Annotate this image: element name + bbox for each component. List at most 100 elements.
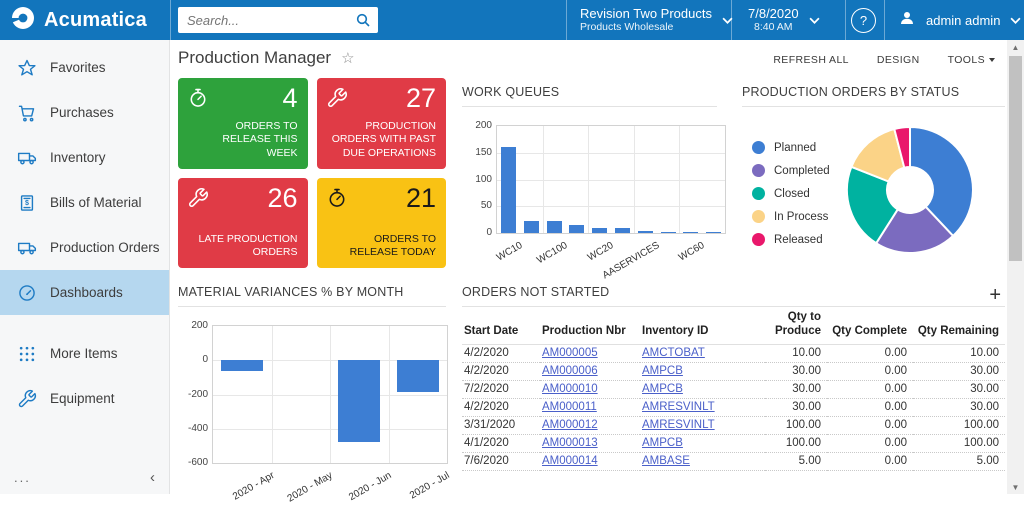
sidebar-item-favorites[interactable]: Favorites bbox=[0, 45, 169, 90]
work-queues-widget: WORK QUEUES 200150100500WC10WC100WC20AAS… bbox=[462, 85, 717, 273]
record-link[interactable]: AM000014 bbox=[542, 455, 598, 467]
table-cell: 30.00 bbox=[913, 380, 1005, 398]
user-menu[interactable]: admin admin bbox=[898, 0, 1021, 40]
orders-by-status-chart: PlannedCompletedClosedIn ProcessReleased bbox=[742, 85, 1005, 273]
help-button[interactable]: ? bbox=[851, 0, 876, 40]
orders-by-status-widget: PRODUCTION ORDERS BY STATUS PlannedCompl… bbox=[742, 85, 1005, 273]
sidebar-item-dashboards[interactable]: Dashboards bbox=[0, 270, 169, 315]
y-axis-tick: 200 bbox=[178, 320, 208, 331]
collapse-sidebar-icon[interactable]: ‹ bbox=[150, 469, 155, 486]
sidebar-item-bills-of-material[interactable]: $Bills of Material bbox=[0, 180, 169, 225]
table-cell: AMRESVINLT bbox=[640, 416, 765, 434]
record-link[interactable]: AMPCB bbox=[642, 383, 683, 395]
column-header[interactable]: Qty Remaining bbox=[913, 307, 1005, 344]
table-cell: 30.00 bbox=[913, 362, 1005, 380]
column-header[interactable]: Qty Complete bbox=[827, 307, 913, 344]
date-switcher[interactable]: 7/8/2020 8:40 AM bbox=[748, 0, 820, 40]
kpi-tile[interactable]: 27PRODUCTION ORDERS WITH PAST DUE OPERAT… bbox=[317, 78, 447, 169]
scroll-down-icon[interactable]: ▼ bbox=[1007, 480, 1024, 494]
record-link[interactable]: AMRESVINLT bbox=[642, 419, 715, 431]
user-icon bbox=[898, 9, 916, 32]
sidebar-item-equipment[interactable]: Equipment bbox=[0, 376, 169, 421]
svg-text:$: $ bbox=[25, 199, 29, 207]
more-options-icon[interactable]: ... bbox=[14, 470, 31, 485]
plot-area bbox=[496, 125, 726, 234]
table-row: 7/6/2020AM000014AMBASE5.000.005.00 bbox=[462, 452, 1005, 470]
record-link[interactable]: AM000010 bbox=[542, 383, 598, 395]
chevron-down-icon bbox=[1010, 11, 1021, 29]
column-header[interactable]: Qty to Produce bbox=[765, 307, 827, 344]
table-row: 4/2/2020AM000006AMPCB30.000.0030.00 bbox=[462, 362, 1005, 380]
tenant-switcher[interactable]: Revision Two Products Products Wholesale bbox=[580, 0, 733, 40]
table-cell: 4/2/2020 bbox=[462, 362, 540, 380]
table-cell: AM000012 bbox=[540, 416, 640, 434]
table-row: 7/2/2020AM000010AMPCB30.000.0030.00 bbox=[462, 380, 1005, 398]
search-icon[interactable] bbox=[348, 12, 378, 28]
table-row: 4/1/2020AM000013AMPCB100.000.00100.00 bbox=[462, 434, 1005, 452]
favorite-star-icon[interactable]: ☆ bbox=[341, 49, 354, 67]
table-cell: AMPCB bbox=[640, 380, 765, 398]
scrollbar-thumb[interactable] bbox=[1009, 56, 1022, 261]
dashboard-actions: REFRESH ALL DESIGN TOOLS bbox=[773, 54, 995, 66]
scroll-up-icon[interactable]: ▲ bbox=[1007, 40, 1024, 54]
kpi-value: 4 bbox=[282, 83, 297, 114]
table-row: 4/2/2020AM000005AMCTOBAT10.000.0010.00 bbox=[462, 344, 1005, 362]
bar bbox=[592, 228, 607, 233]
kpi-tile[interactable]: 4ORDERS TO RELEASE THIS WEEK bbox=[178, 78, 308, 169]
sidebar-item-label: Favorites bbox=[50, 60, 106, 75]
brand-name: Acumatica bbox=[44, 9, 147, 32]
header-divider bbox=[170, 0, 171, 40]
tools-button[interactable]: TOOLS bbox=[948, 54, 995, 66]
add-order-icon[interactable]: + bbox=[989, 285, 1001, 305]
sidebar-item-inventory[interactable]: Inventory bbox=[0, 135, 169, 180]
table-cell: 10.00 bbox=[913, 344, 1005, 362]
record-link[interactable]: AMPCB bbox=[642, 365, 683, 377]
work-queues-chart: 200150100500WC10WC100WC20AASERVICESWC60 bbox=[462, 85, 717, 273]
table-cell: 0.00 bbox=[827, 380, 913, 398]
kpi-value: 21 bbox=[406, 183, 436, 214]
sidebar-item-label: Equipment bbox=[50, 391, 115, 406]
refresh-all-button[interactable]: REFRESH ALL bbox=[773, 54, 849, 66]
gauge-icon bbox=[17, 283, 37, 303]
material-variances-chart: 2000-200-400-6002020 - Apr2020 - May2020… bbox=[178, 285, 446, 495]
record-link[interactable]: AMBASE bbox=[642, 455, 690, 467]
kpi-tile[interactable]: 26LATE PRODUCTION ORDERS bbox=[178, 178, 308, 269]
stopwatch-icon bbox=[187, 87, 209, 114]
table-cell: 0.00 bbox=[827, 452, 913, 470]
record-link[interactable]: AMRESVINLT bbox=[642, 401, 715, 413]
table-cell: 100.00 bbox=[765, 416, 827, 434]
column-header[interactable]: Start Date bbox=[462, 307, 540, 344]
design-button[interactable]: DESIGN bbox=[877, 54, 920, 66]
column-header[interactable]: Inventory ID bbox=[640, 307, 765, 344]
brand[interactable]: Acumatica bbox=[10, 0, 147, 40]
record-link[interactable]: AM000005 bbox=[542, 347, 598, 359]
record-link[interactable]: AM000006 bbox=[542, 365, 598, 377]
table-cell: 30.00 bbox=[913, 398, 1005, 416]
caret-down-icon bbox=[989, 58, 995, 62]
sidebar-item-purchases[interactable]: Purchases bbox=[0, 90, 169, 135]
search-input[interactable] bbox=[178, 13, 348, 28]
record-link[interactable]: AM000013 bbox=[542, 437, 598, 449]
column-header[interactable]: Production Nbr bbox=[540, 307, 640, 344]
kpi-tile[interactable]: 21ORDERS TO RELEASE TODAY bbox=[317, 178, 447, 269]
table-cell: 0.00 bbox=[827, 344, 913, 362]
vertical-scrollbar[interactable]: ▲ ▼ bbox=[1007, 40, 1024, 494]
table-cell: 4/2/2020 bbox=[462, 398, 540, 416]
x-axis-label: 2020 - Jul bbox=[385, 470, 451, 515]
search-box[interactable] bbox=[178, 7, 378, 33]
record-link[interactable]: AM000011 bbox=[542, 401, 597, 413]
record-link[interactable]: AMCTOBAT bbox=[642, 347, 705, 359]
sidebar-item-more-items[interactable]: More Items bbox=[0, 331, 169, 376]
business-date: 7/8/2020 bbox=[748, 7, 799, 22]
wrench-icon bbox=[326, 87, 348, 114]
sidebar-item-label: Purchases bbox=[50, 105, 114, 120]
top-bar: Acumatica Revision Two Products Products… bbox=[0, 0, 1024, 40]
sidebar-item-production-orders[interactable]: Production Orders bbox=[0, 225, 169, 270]
table-cell: AM000005 bbox=[540, 344, 640, 362]
user-name: admin admin bbox=[926, 13, 1000, 28]
record-link[interactable]: AMPCB bbox=[642, 437, 683, 449]
record-link[interactable]: AM000012 bbox=[542, 419, 598, 431]
bar bbox=[397, 360, 439, 392]
page-title: Production Manager ☆ bbox=[178, 48, 355, 68]
table-cell: AMRESVINLT bbox=[640, 398, 765, 416]
